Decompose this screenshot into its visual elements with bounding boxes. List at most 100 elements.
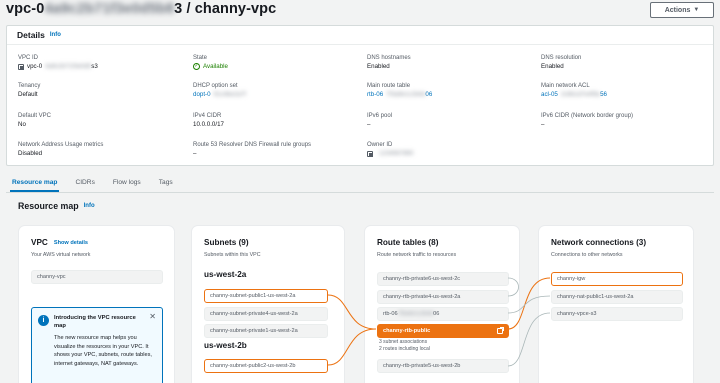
detail-field: DNS hostnames Enabled [367, 54, 532, 71]
actions-button[interactable]: Actions ▼ [650, 2, 714, 18]
detail-value: – [367, 120, 532, 129]
redacted-rtb-id: 7f3a9e1c2b4d [397, 311, 434, 317]
close-icon[interactable]: ✕ [149, 312, 156, 321]
detail-field: Owner ID 1234567890 [367, 141, 532, 158]
detail-field: IPv4 CIDR 10.0.0.0/17 [193, 112, 358, 129]
route-tables-title: Route tables (8) [377, 238, 439, 247]
rtb-id-suffix: 06 [433, 311, 440, 317]
region-us-west-2b: us-west-2b [204, 341, 247, 350]
intro-body: The new resource map helps you visualize… [54, 335, 152, 367]
detail-value-text: vpc-0 [27, 63, 43, 70]
detail-field: Default VPC No [18, 112, 183, 129]
detail-label: IPv6 CIDR (Network border group) [541, 113, 634, 119]
details-info-link[interactable]: Info [50, 32, 61, 38]
detail-value: vpc-0 4a9c2b71f3e0d5 s3 [18, 62, 183, 71]
resource-map-title: Resource map [18, 201, 79, 211]
vpc-item[interactable]: channy-vpc [31, 270, 163, 284]
vpc-id-prefix: vpc-0 [6, 1, 45, 17]
detail-label: Tenancy [18, 83, 41, 89]
vpc-subtitle: Your AWS virtual network [31, 252, 91, 258]
vpc-name: 3 / channy-vpc [174, 1, 277, 17]
detail-label: DNS hostnames [367, 55, 411, 61]
detail-label: DNS resolution [541, 55, 582, 61]
tab-resource-map[interactable]: Resource map [10, 178, 60, 192]
detail-value-text: Default [18, 91, 38, 98]
subnet-item[interactable]: channy-subnet-public1-us-west-2a [204, 289, 328, 303]
route-table-item[interactable]: channy-rtb-private6-us-west-2c [377, 272, 509, 286]
detail-value: Enabled [541, 62, 706, 71]
vpc-title: VPC [31, 238, 48, 247]
intro-info-box: i Introducing the VPC resource map ✕ The… [31, 307, 163, 383]
subnet-item[interactable]: channy-subnet-public2-us-west-2b [204, 359, 328, 373]
detail-value-suffix: 06 [425, 91, 433, 98]
detail-value: 1234567890 [367, 149, 532, 158]
detail-value-suffix: 56 [600, 91, 607, 98]
detail-value-text: Disabled [18, 150, 43, 157]
resource-map-info-link[interactable]: Info [84, 203, 95, 209]
detail-label: Default VPC [18, 113, 52, 119]
detail-value: – [193, 149, 358, 158]
detail-field: VPC ID vpc-0 4a9c2b71f3e0d5 s3 [18, 54, 183, 71]
page-header: vpc-04a9c2b71f3e0d5b83 / channy-vpc Acti… [0, 0, 720, 22]
subnet-associations-text: 3 subnet associations [379, 339, 428, 345]
detail-label: Network Address Usage metrics [18, 142, 104, 148]
redacted-value: 2c8b1d7e4f9a [560, 91, 601, 98]
route-table-item[interactable]: channy-rtb-private5-us-west-2b [377, 359, 509, 373]
detail-value[interactable]: acl-05 2c8b1d7e4f9a 56 [541, 90, 706, 99]
details-heading: Details [17, 30, 45, 40]
detail-value[interactable]: dopt-0 91c4be2a7f [193, 90, 358, 99]
redacted-value: 4a9c2b71f3e0d5 [45, 63, 92, 70]
tab-divider [6, 192, 714, 193]
detail-label: Owner ID [367, 142, 393, 148]
external-link-icon[interactable] [497, 327, 504, 334]
detail-label: IPv4 CIDR [193, 113, 222, 119]
intro-title: Introducing the VPC resource map [54, 315, 136, 329]
detail-value: ✓ Available [193, 62, 358, 71]
detail-value-text: No [18, 121, 26, 128]
detail-value: 10.0.0.0/17 [193, 120, 358, 129]
subnet-item[interactable]: channy-subnet-private4-us-west-2a [204, 307, 328, 321]
network-connection-item[interactable]: channy-nat-public1-us-west-2a [551, 290, 683, 304]
detail-value-text: acl-05 [541, 91, 558, 98]
copy-icon[interactable] [367, 150, 373, 157]
detail-label: Main route table [367, 83, 411, 89]
vpc-column: VPC Show details Your AWS virtual networ… [18, 225, 175, 383]
detail-value-text: – [541, 121, 545, 128]
tab-cidrs[interactable]: CIDRs [73, 178, 96, 192]
subnets-title: Subnets (9) [204, 238, 249, 247]
redacted-value: 1234567890 [379, 150, 414, 157]
network-connections-subtitle: Connections to other networks [551, 252, 623, 258]
tab-tags[interactable]: Tags [157, 178, 175, 192]
detail-value-text: Enabled [367, 63, 390, 70]
subnets-subtitle: Subnets within this VPC [204, 252, 261, 258]
details-header: Details Info [7, 26, 713, 45]
network-connection-item[interactable]: channy-igw [551, 272, 683, 286]
detail-label: VPC ID [18, 55, 39, 61]
detail-field: Tenancy Default [18, 82, 183, 99]
subnet-item[interactable]: channy-subnet-private1-us-west-2a [204, 324, 328, 338]
actions-label: Actions [664, 6, 691, 14]
check-circle-icon: ✓ [193, 63, 200, 70]
copy-icon[interactable] [18, 63, 24, 70]
detail-value[interactable]: rtb-06 7f3a9e1c2b4d 06 [367, 90, 532, 99]
detail-value-text: rtb-06 [367, 91, 384, 98]
route-table-item[interactable]: channy-rtb-private4-us-west-2a [377, 290, 509, 304]
detail-value: Enabled [367, 62, 532, 71]
detail-field: DNS resolution Enabled [541, 54, 706, 71]
network-connections-title: Network connections (3) [551, 238, 647, 247]
page-title: vpc-04a9c2b71f3e0d5b83 / channy-vpc [6, 1, 276, 17]
detail-field: Route 53 Resolver DNS Firewall rule grou… [193, 141, 358, 158]
resource-map-heading: Resource map Info [18, 201, 95, 211]
detail-value-text: – [367, 121, 371, 128]
route-table-item-selected[interactable]: channy-rtb-public [377, 324, 509, 338]
tab-bar: Resource map CIDRs Flow logs Tags [10, 178, 175, 192]
network-connection-item[interactable]: channy-vpce-s3 [551, 307, 683, 321]
detail-field: State ✓ Available [193, 54, 358, 71]
show-details-link[interactable]: Show details [54, 240, 88, 246]
tab-flow-logs[interactable]: Flow logs [111, 178, 143, 192]
detail-field: DHCP option set dopt-0 91c4be2a7f [193, 82, 358, 99]
detail-value-text: Available [203, 63, 228, 70]
network-connections-column: Network connections (3) Connections to o… [538, 225, 694, 383]
route-table-item[interactable]: rtb-067f3a9e1c2b4d06 [377, 307, 509, 321]
detail-field: Main route table rtb-06 7f3a9e1c2b4d 06 [367, 82, 532, 99]
